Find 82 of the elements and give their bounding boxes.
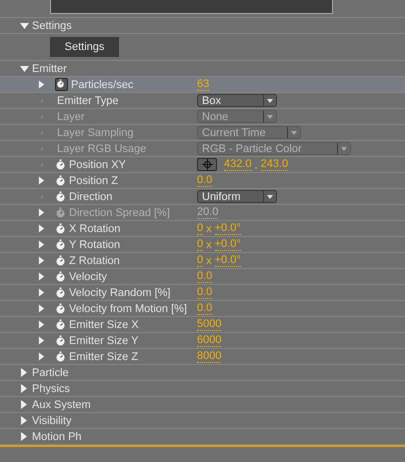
collapsed-triangle-icon[interactable] [38,224,46,233]
param-label: Emitter Size X [69,318,139,330]
collapsed-triangle-icon[interactable] [38,320,46,329]
collapsed-triangle-icon[interactable] [38,288,46,297]
param-row[interactable]: Emitter Size Y 6000 [0,333,405,349]
value-field[interactable]: 0.0 [197,286,212,299]
value-field[interactable]: 243.0 [260,158,288,171]
value-field[interactable]: 5000 [197,318,222,331]
value-field[interactable]: +0.0° [214,254,241,267]
param-label: Y Rotation [69,238,120,250]
param-label: Direction Spread [%] [69,206,170,218]
param-row[interactable]: Emitter Size Z 8000 [0,349,405,365]
param-row[interactable]: Direction Uniform [0,189,405,205]
param-label: Layer Sampling [57,126,134,138]
value-field[interactable]: 432.0 [224,158,252,171]
param-label: Position XY [69,158,126,170]
collapsed-triangle-icon[interactable] [38,240,46,249]
collapsed-triangle-icon[interactable] [38,176,46,185]
multiplier-text: x [206,238,212,250]
param-row[interactable]: X Rotation 0 x +0.0° [0,221,405,237]
collapsed-triangle-icon[interactable] [38,256,46,265]
value-field[interactable]: 0 [197,222,204,235]
group-header[interactable]: Aux System [32,398,91,410]
collapsed-triangle-icon[interactable] [20,384,29,393]
value-field[interactable]: 6000 [197,334,222,347]
param-row[interactable]: Velocity 0.0 [0,269,405,285]
collapsed-triangle-icon[interactable] [20,416,29,425]
separator-text: , [254,158,258,170]
collapsed-triangle-icon[interactable] [20,400,29,409]
param-row[interactable]: Position XY 432.0 , 243.0 [0,157,405,173]
value-field[interactable]: 0.0 [197,270,212,283]
group-header[interactable]: Settings [32,20,72,32]
value-field[interactable]: 0 [197,238,204,251]
collapsed-triangle-icon[interactable] [20,368,29,377]
param-row[interactable]: Emitter Size X 5000 [0,317,405,333]
stopwatch-icon[interactable] [55,78,68,91]
param-row[interactable]: Z Rotation 0 x +0.0° [0,253,405,269]
group-header[interactable]: Motion Ph [32,430,82,442]
group-header[interactable]: Particle [32,366,69,378]
param-row[interactable]: Velocity from Motion [%] 0.0 [0,301,405,317]
dropdown[interactable]: Uniform [197,190,277,203]
param-label: Emitter Type [57,94,119,106]
param-label: X Rotation [69,222,120,234]
value-field[interactable]: +0.0° [214,222,241,235]
param-label: Velocity from Motion [%] [69,302,187,314]
value-field[interactable]: 0 [197,254,204,267]
collapsed-triangle-icon[interactable] [38,272,46,281]
param-label: Position Z [69,174,118,186]
value-field[interactable]: 63 [197,78,210,91]
dropdown[interactable]: Box [197,94,277,107]
expanded-triangle-icon[interactable] [20,64,29,73]
group-header[interactable]: Physics [32,382,70,394]
collapsed-triangle-icon[interactable] [38,336,46,345]
collapsed-triangle-icon[interactable] [38,352,46,361]
expanded-triangle-icon[interactable] [20,21,29,30]
value-field[interactable]: 0.0 [197,174,212,187]
value-field[interactable]: 8000 [197,350,222,363]
param-label: Particles/sec [71,78,134,90]
crosshair-button[interactable] [197,158,217,171]
collapsed-triangle-icon[interactable] [20,432,29,441]
multiplier-text: x [206,222,212,234]
param-label: Z Rotation [69,254,120,266]
param-label: Velocity [69,270,107,282]
param-label: Velocity Random [%] [69,286,170,298]
param-label: Emitter Size Z [69,350,138,362]
param-row[interactable]: Position Z 0.0 [0,173,405,189]
multiplier-text: x [206,254,212,266]
param-row[interactable]: Y Rotation 0 x +0.0° [0,237,405,253]
param-label: Direction [69,190,112,202]
param-row[interactable]: Velocity Random [%] 0.0 [0,285,405,301]
value-field[interactable]: +0.0° [214,238,241,251]
param-label: Emitter Size Y [69,334,138,346]
param-label: Layer [57,110,85,122]
collapsed-triangle-icon[interactable] [38,80,46,89]
selected-row[interactable]: Particles/sec 63 [0,77,405,93]
collapsed-triangle-icon[interactable] [38,304,46,313]
value-field[interactable]: 0.0 [197,302,212,315]
group-header[interactable]: Visibility [32,414,72,426]
settings-button[interactable]: Settings [50,37,119,57]
param-label: Layer RGB Usage [57,142,146,154]
group-header[interactable]: Emitter [32,62,67,74]
param-row[interactable]: Emitter Type Box [0,93,405,109]
